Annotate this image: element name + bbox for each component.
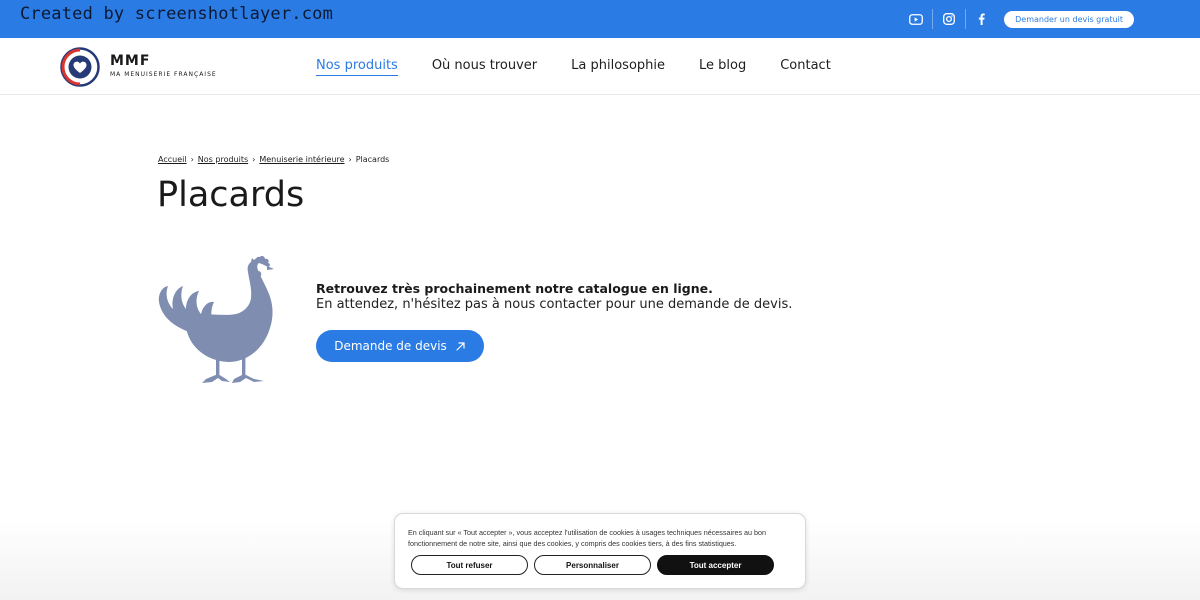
refuse-all-button[interactable]: Tout refuser: [411, 555, 528, 575]
main-nav: Nos produits Où nous trouver La philosop…: [316, 38, 865, 95]
top-bar: Created by screenshotlayer.com Demander …: [0, 0, 1200, 38]
breadcrumb-separator: ›: [252, 155, 256, 164]
quote-request-label: Demande de devis: [334, 339, 447, 353]
breadcrumb-accueil[interactable]: Accueil: [158, 155, 187, 164]
catalogue-message: En attendez, n'hésitez pas à nous contac…: [316, 297, 793, 312]
main-header: MMF MA MENUISERIE FRANÇAISE Nos produits…: [0, 38, 1200, 95]
breadcrumb: Accueil › Nos produits › Menuiserie inté…: [158, 155, 389, 164]
nav-item-le-blog[interactable]: Le blog: [699, 58, 746, 75]
accept-all-button[interactable]: Tout accepter: [657, 555, 774, 575]
mmf-logo-icon[interactable]: [60, 47, 100, 87]
facebook-icon: [979, 13, 985, 25]
quote-request-button[interactable]: Demande de devis: [316, 330, 484, 362]
youtube-icon: [908, 13, 923, 25]
cookie-banner: En cliquant sur « Tout accepter », vous …: [394, 513, 806, 589]
breadcrumb-separator: ›: [190, 155, 194, 164]
nav-item-la-philosophie[interactable]: La philosophie: [571, 58, 665, 75]
brand-wordmark[interactable]: MMF MA MENUISERIE FRANÇAISE: [110, 54, 217, 78]
youtube-link[interactable]: [899, 0, 932, 38]
catalogue-message-bold: Retrouvez très prochainement notre catal…: [316, 281, 713, 296]
instagram-link[interactable]: [932, 0, 965, 38]
rooster-illustration-icon: [158, 256, 274, 383]
nav-item-ou-nous-trouver[interactable]: Où nous trouver: [432, 58, 537, 75]
brand-subtitle: MA MENUISERIE FRANÇAISE: [110, 71, 217, 78]
page-title: Placards: [157, 175, 305, 215]
watermark-text: Created by screenshotlayer.com: [20, 4, 334, 24]
nav-item-nos-produits[interactable]: Nos produits: [316, 58, 398, 76]
nav-item-contact[interactable]: Contact: [780, 58, 831, 75]
breadcrumb-menuiserie-interieure[interactable]: Menuiserie intérieure: [259, 155, 344, 164]
breadcrumb-nos-produits[interactable]: Nos produits: [198, 155, 248, 164]
customize-button[interactable]: Personnaliser: [534, 555, 651, 575]
brand-name: MMF: [110, 53, 151, 69]
free-quote-button[interactable]: Demander un devis gratuit: [1004, 10, 1134, 28]
instagram-icon: [942, 13, 955, 25]
arrow-up-right-icon: [456, 341, 465, 351]
breadcrumb-separator: ›: [348, 155, 352, 164]
breadcrumb-current: Placards: [355, 155, 390, 164]
facebook-link[interactable]: [965, 0, 998, 38]
topbar-actions: Demander un devis gratuit: [899, 0, 1134, 38]
cookie-text: En cliquant sur « Tout accepter », vous …: [408, 528, 767, 548]
